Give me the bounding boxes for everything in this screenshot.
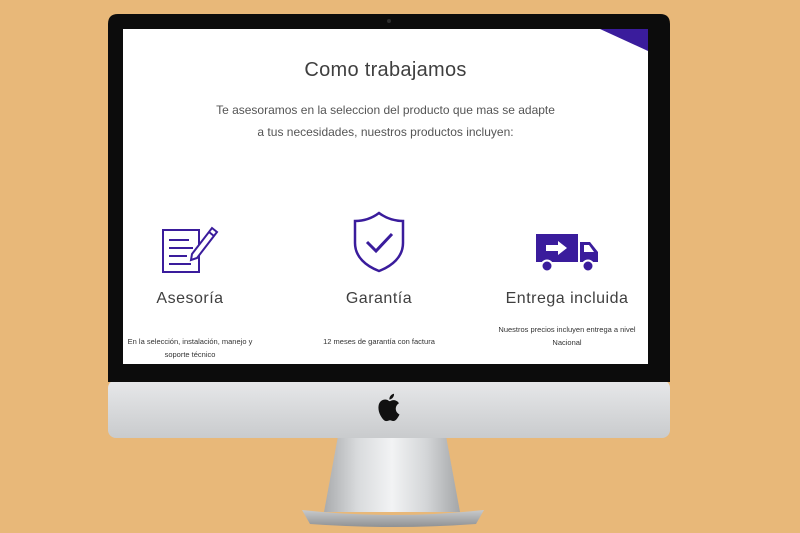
- feature-title: Garantía: [345, 290, 413, 307]
- feature-garantia: Garantía 12 meses de garantía con factur…: [309, 211, 449, 348]
- corner-accent: [600, 29, 648, 51]
- feature-asesoria: Asesoría En la selección, instalación, m…: [123, 212, 260, 361]
- feature-description: Nuestros precios incluyen entrega a nive…: [498, 325, 636, 347]
- apple-logo-icon: [378, 393, 400, 422]
- page-title: Como trabajamos: [304, 59, 467, 81]
- delivery-truck-icon: [536, 234, 598, 273]
- monitor-base: [302, 510, 484, 527]
- feature-description: En la selección, instalación, manejo y s…: [127, 337, 253, 359]
- screen-content: Como trabajamos Te asesoramos en la sele…: [123, 29, 648, 364]
- imac-monitor: Como trabajamos Te asesoramos en la sele…: [0, 0, 800, 533]
- feature-entrega: Entrega incluida Nuestros precios incluy…: [497, 212, 637, 349]
- page-subtitle: Te asesoramos en la seleccion del produc…: [216, 103, 555, 139]
- camera-dot: [387, 19, 391, 23]
- feature-title: Asesoría: [156, 290, 224, 307]
- feature-description: 12 meses de garantía con factura: [323, 337, 435, 346]
- shield-check-icon: [353, 211, 405, 273]
- document-pen-icon: [162, 226, 219, 273]
- monitor-stand: [324, 436, 460, 512]
- feature-title: Entrega incluida: [505, 290, 629, 307]
